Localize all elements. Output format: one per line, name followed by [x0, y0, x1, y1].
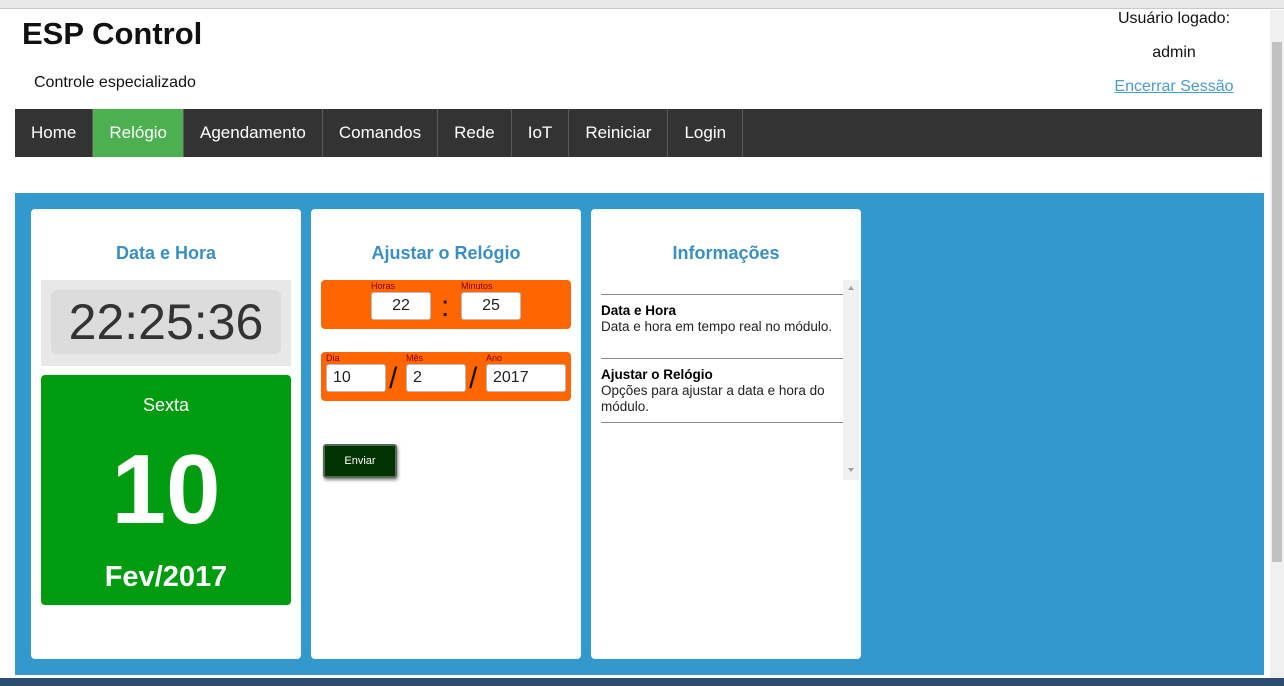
- month-label: Mês: [406, 353, 424, 363]
- month-year: Fev/2017: [104, 561, 228, 593]
- adjust-clock-card: Ajustar o Relógio Horas : Minutos Dia / …: [311, 209, 581, 659]
- date-separator-2: /: [469, 362, 478, 395]
- os-taskbar: [0, 678, 1284, 686]
- date-separator-1: /: [389, 362, 398, 395]
- scroll-arrows-icon: [848, 286, 854, 472]
- weekday: Sexta: [142, 395, 190, 415]
- info-card-title: Informações: [672, 243, 780, 263]
- info-item: Ajustar o Relógio Opções para ajustar a …: [601, 358, 843, 415]
- nav-iot[interactable]: IoT: [512, 109, 570, 157]
- user-info: Usuário logado: admin Encerrar Sessão: [1104, 10, 1244, 96]
- info-card: Informações Data e Hora Data e hora em t…: [591, 209, 861, 659]
- hours-input[interactable]: [371, 292, 431, 320]
- main-panel: Data e Hora 22:25:36 Sexta 10 Fev/2017 A…: [15, 193, 1264, 675]
- adjust-card-title: Ajustar o Relógio: [371, 243, 521, 263]
- day-number: 10: [111, 434, 221, 544]
- date-input-row: Dia / Mês / Ano: [321, 352, 571, 401]
- clock-card: Data e Hora 22:25:36 Sexta 10 Fev/2017: [31, 209, 301, 659]
- year-label: Ano: [486, 353, 503, 363]
- time-input-row: Horas : Minutos: [321, 280, 571, 329]
- page-scroll-thumb[interactable]: [1272, 42, 1282, 562]
- user-name: admin: [1152, 44, 1196, 61]
- digital-clock: 22:25:36: [51, 290, 281, 354]
- info-divider: [601, 422, 843, 423]
- nav-comandos[interactable]: Comandos: [323, 109, 439, 157]
- clock-card-title: Data e Hora: [115, 243, 217, 263]
- logout-link[interactable]: Encerrar Sessão: [1104, 78, 1244, 96]
- day-label: Dia: [326, 353, 340, 363]
- page-scrollbar[interactable]: [1270, 10, 1284, 680]
- nav-agendamento[interactable]: Agendamento: [184, 109, 323, 157]
- browser-top-strip: [0, 0, 1284, 9]
- info-item-title: Data e Hora: [601, 303, 677, 318]
- send-button[interactable]: Enviar: [323, 444, 397, 478]
- info-list[interactable]: Data e Hora Data e hora em tempo real no…: [601, 280, 861, 480]
- minutes-input[interactable]: [461, 292, 521, 320]
- day-input[interactable]: [326, 364, 386, 392]
- nav-home[interactable]: Home: [15, 109, 94, 157]
- nav-rede[interactable]: Rede: [438, 109, 512, 157]
- main-nav: Home Relógio Agendamento Comandos Rede I…: [15, 109, 1262, 157]
- user-label: Usuário logado:: [1117, 10, 1231, 27]
- app-title: ESP Control: [22, 16, 203, 51]
- info-item-text: Opções para ajustar a data e hora do mód…: [601, 383, 825, 414]
- app-subtitle: Controle especializado: [34, 74, 196, 91]
- nav-reiniciar[interactable]: Reiniciar: [569, 109, 669, 157]
- info-item: Data e Hora Data e hora em tempo real no…: [601, 294, 843, 335]
- nav-relogio[interactable]: Relógio: [93, 109, 185, 157]
- info-scrollbar[interactable]: [843, 280, 859, 480]
- date-display: Sexta 10 Fev/2017: [41, 375, 291, 605]
- year-input[interactable]: [486, 364, 566, 392]
- hours-label: Horas: [371, 281, 396, 291]
- nav-login[interactable]: Login: [668, 109, 744, 157]
- time-separator: :: [441, 290, 450, 323]
- minutes-label: Minutos: [461, 281, 493, 291]
- clock-frame: 22:25:36: [41, 280, 291, 366]
- month-input[interactable]: [406, 364, 466, 392]
- info-item-title: Ajustar o Relógio: [601, 367, 713, 382]
- info-item-text: Data e hora em tempo real no módulo.: [601, 319, 833, 334]
